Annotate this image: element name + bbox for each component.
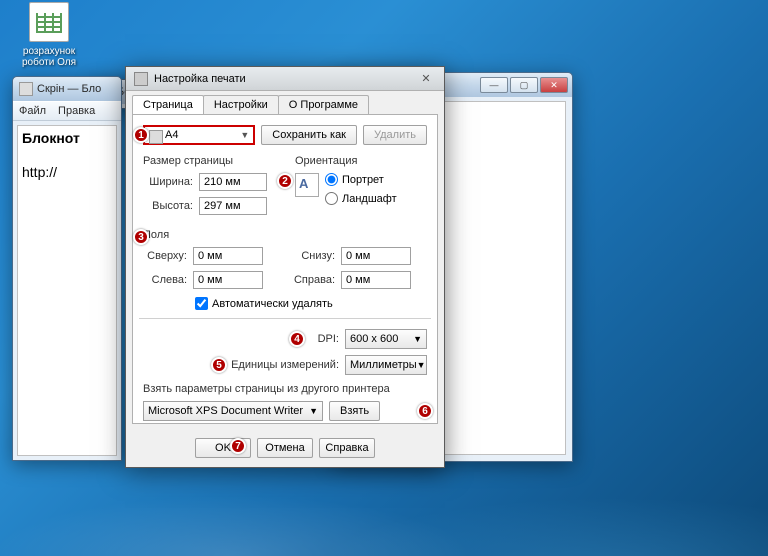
desktop-shortcut[interactable]: розрахунок роботи Оля <box>14 2 84 68</box>
dpi-select[interactable]: 600 x 600▼ <box>345 329 427 349</box>
bottom-label: Снизу: <box>291 250 335 262</box>
margin-right-input[interactable] <box>341 271 411 289</box>
excel-file-icon <box>29 2 69 42</box>
paper-preset-combo[interactable]: A4 ▼ <box>143 125 255 145</box>
units-label: Единицы измерений: <box>231 359 339 371</box>
chevron-down-icon: ▼ <box>240 130 249 140</box>
callout-7: 7 <box>230 438 246 454</box>
page-size-label: Размер страницы <box>143 155 275 167</box>
dialog-body: 1 A4 ▼ Сохранить как Удалить Размер стра… <box>132 114 438 424</box>
orientation-preview-icon <box>295 173 319 197</box>
tab-settings[interactable]: Настройки <box>203 95 279 114</box>
notepad-window: Скрін — Бло Файл Правка Блокнот http:// <box>12 76 122 461</box>
chevron-down-icon: ▼ <box>413 334 422 344</box>
paper-preset-value: A4 <box>165 129 178 141</box>
notepad-titlebar[interactable]: Скрін — Бло <box>13 77 121 101</box>
height-label: Высота: <box>143 200 193 212</box>
callout-6: 6 <box>417 403 433 419</box>
chevron-down-icon: ▼ <box>309 406 318 416</box>
dialog-close-icon[interactable]: ✕ <box>416 72 436 85</box>
width-input[interactable] <box>199 173 267 191</box>
left-label: Слева: <box>143 274 187 286</box>
desktop-shortcut-label: розрахунок роботи Оля <box>14 46 84 68</box>
maximize-button[interactable]: ▢ <box>510 77 538 93</box>
dialog-title-text: Настройка печати <box>154 73 246 85</box>
landscape-radio[interactable]: Ландшафт <box>325 192 397 205</box>
callout-4: 4 <box>289 331 305 347</box>
save-as-button[interactable]: Сохранить как <box>261 125 357 145</box>
orientation-label: Ориентация <box>295 155 427 167</box>
notepad-content[interactable]: Блокнот http:// <box>18 126 116 186</box>
width-label: Ширина: <box>143 176 193 188</box>
margin-left-input[interactable] <box>193 271 263 289</box>
minimize-button[interactable]: — <box>480 77 508 93</box>
dialog-tabs: Страница Настройки О Программе <box>126 91 444 114</box>
callout-1: 1 <box>133 127 149 143</box>
notepad-icon <box>19 82 33 96</box>
print-setup-dialog: Настройка печати ✕ Страница Настройки О … <box>125 66 445 468</box>
printer-select[interactable]: Microsoft XPS Document Writer▼ <box>143 401 323 421</box>
help-button[interactable]: Справка <box>319 438 375 458</box>
top-label: Сверху: <box>143 250 187 262</box>
chevron-down-icon: ▼ <box>417 360 426 370</box>
margin-top-input[interactable] <box>193 247 263 265</box>
tab-about[interactable]: О Программе <box>278 95 369 114</box>
take-from-label: Взять параметры страницы из другого прин… <box>143 383 427 395</box>
close-button[interactable]: ✕ <box>540 77 568 93</box>
notepad-menubar: Файл Правка <box>13 101 121 121</box>
cancel-button[interactable]: Отмена <box>257 438 313 458</box>
callout-5: 5 <box>211 357 227 373</box>
dialog-icon <box>134 72 148 86</box>
menu-file[interactable]: Файл <box>19 105 46 117</box>
height-input[interactable] <box>199 197 267 215</box>
callout-3: 3 <box>133 229 149 245</box>
take-button[interactable]: Взять <box>329 401 380 421</box>
portrait-radio[interactable]: Портрет <box>325 173 397 186</box>
notepad-title: Скрін — Бло <box>37 83 101 95</box>
callout-2: 2 <box>277 173 293 189</box>
units-select[interactable]: Миллиметры▼ <box>345 355 427 375</box>
tab-page[interactable]: Страница <box>132 95 204 114</box>
dpi-label: DPI: <box>318 333 339 345</box>
dialog-footer: 7 OK Отмена Справка <box>126 430 444 466</box>
dialog-titlebar[interactable]: Настройка печати ✕ <box>126 67 444 91</box>
margin-bottom-input[interactable] <box>341 247 411 265</box>
menu-edit[interactable]: Правка <box>58 105 95 117</box>
right-label: Справа: <box>291 274 335 286</box>
delete-button: Удалить <box>363 125 427 145</box>
auto-delete-checkbox[interactable]: Автоматически удалять <box>195 297 427 310</box>
